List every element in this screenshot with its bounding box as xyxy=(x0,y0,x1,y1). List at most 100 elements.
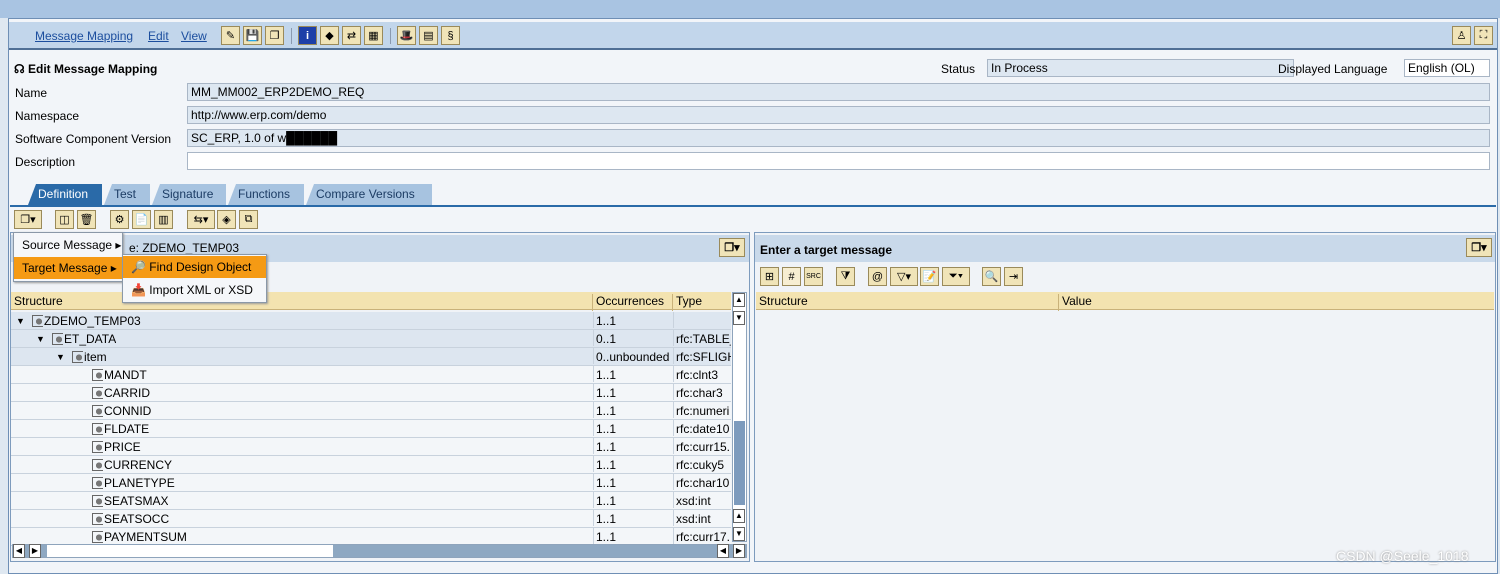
menu-target-message[interactable]: Target Message ▸ xyxy=(14,257,122,279)
save-icon[interactable]: 💾 xyxy=(243,26,262,45)
edit-pencil-icon[interactable]: ✎ xyxy=(221,26,240,45)
tab-signature[interactable]: Signature xyxy=(152,184,226,205)
occurrence-cell: 1..1 xyxy=(593,366,673,382)
split-icon[interactable]: ◫ xyxy=(55,210,74,229)
node-label: CURRENCY xyxy=(104,458,173,472)
compare-icon[interactable]: ▦ xyxy=(364,26,383,45)
scrollbar-thumb[interactable] xyxy=(47,545,333,557)
layout-dropdown-icon[interactable]: ❐▾ xyxy=(14,210,42,229)
type-cell: rfc:char3 xyxy=(673,384,731,400)
col-structure[interactable]: Structure xyxy=(11,294,593,311)
panel-layout-icon[interactable]: ❐▾ xyxy=(719,238,745,257)
binoculars-icon[interactable]: 🔍 xyxy=(982,267,1001,286)
expand-arrow-icon[interactable]: ▼ xyxy=(36,334,45,344)
scroll-down-icon[interactable]: ▼ xyxy=(733,311,745,325)
export-icon[interactable]: ⇥ xyxy=(1004,267,1023,286)
delete-icon[interactable]: 🗑 xyxy=(77,210,96,229)
col-value[interactable]: Value xyxy=(1059,294,1494,311)
book-icon[interactable]: ▤ xyxy=(419,26,438,45)
window-icon[interactable]: ⧉ xyxy=(239,210,258,229)
node-name: CONNID xyxy=(92,404,151,418)
swcv-label: Software Component Version xyxy=(15,132,172,146)
expand-arrow-icon[interactable]: ▼ xyxy=(16,316,25,326)
node-name: item xyxy=(72,350,107,364)
name-label: Name xyxy=(15,86,48,100)
document-edit-icon[interactable]: 📝 xyxy=(920,267,939,286)
tab-compare-versions[interactable]: Compare Versions xyxy=(306,184,432,205)
occurrence-cell: 1..1 xyxy=(593,474,673,490)
table-row[interactable]: ▼ ET_DATA 0..1 rfc:TABLE_ xyxy=(11,330,731,348)
copy-icon[interactable]: ❐ xyxy=(265,26,284,45)
occurrence-cell: 0..1 xyxy=(593,330,673,346)
occurrence-cell: 1..1 xyxy=(593,312,673,328)
mapping-dropdown-icon[interactable]: ⇆▾ xyxy=(187,210,215,229)
col-structure[interactable]: Structure xyxy=(756,294,1059,311)
table-row[interactable]: CARRID 1..1 rfc:char3 xyxy=(11,384,731,402)
expand-arrow-icon[interactable]: ▼ xyxy=(56,352,65,362)
scroll-right-icon[interactable]: ▶ xyxy=(733,544,745,558)
table-row[interactable]: ▼ ZDEMO_TEMP03 1..1 xyxy=(11,312,731,330)
menu-edit[interactable]: Edit xyxy=(148,29,169,43)
eraser-icon[interactable]: ◆ xyxy=(320,26,339,45)
attribute-icon[interactable]: @ xyxy=(868,267,887,286)
table-row[interactable]: PRICE 1..1 rfc:curr15.: xyxy=(11,438,731,456)
node-label: CARRID xyxy=(104,386,151,400)
table-row[interactable]: SEATSOCC 1..1 xsd:int xyxy=(11,510,731,528)
document-icon[interactable]: 📄 xyxy=(132,210,151,229)
table-layout-icon[interactable]: ▥ xyxy=(154,210,173,229)
panel-layout-icon[interactable]: ❐▾ xyxy=(1466,238,1492,257)
scroll-up-icon[interactable]: ▲ xyxy=(733,293,745,307)
scroll-left-icon[interactable]: ◀ xyxy=(717,544,729,558)
scroll-down-icon[interactable]: ▼ xyxy=(733,527,745,541)
col-occurrences[interactable]: Occurrences xyxy=(593,294,673,311)
filter-dropdown-icon[interactable]: ▽▾ xyxy=(890,267,918,286)
node-label: MANDT xyxy=(104,368,147,382)
description-input[interactable] xyxy=(187,152,1490,170)
language-select[interactable]: English (OL) xyxy=(1404,59,1490,77)
tab-functions[interactable]: Functions xyxy=(228,184,304,205)
tab-test[interactable]: Test xyxy=(104,184,150,205)
type-cell: rfc:char10 xyxy=(673,474,731,490)
table-row[interactable]: SEATSMAX 1..1 xsd:int xyxy=(11,492,731,510)
menu-import-xml-xsd[interactable]: 📥 Import XML or XSD xyxy=(123,279,266,301)
table-row[interactable]: PLANETYPE 1..1 rfc:char10 xyxy=(11,474,731,492)
node-label: PAYMENTSUM xyxy=(104,530,187,544)
where-used-icon[interactable]: ⇄ xyxy=(342,26,361,45)
table-row[interactable]: FLDATE 1..1 rfc:date10 xyxy=(11,420,731,438)
node-label: CONNID xyxy=(104,404,152,418)
node-name: CURRENCY xyxy=(92,458,172,472)
grid-view-icon[interactable]: # xyxy=(782,267,801,286)
target-table-header: Structure Value xyxy=(756,292,1494,311)
scroll-left-icon[interactable]: ◀ xyxy=(13,544,25,558)
table-row[interactable]: ▼ item 0..unbounded rfc:SFLIGH xyxy=(11,348,731,366)
scrollbar-thumb[interactable] xyxy=(734,421,745,505)
table-row[interactable]: CONNID 1..1 rfc:numeri xyxy=(11,402,731,420)
element-node-icon xyxy=(92,405,103,417)
gear-icon[interactable]: ⚙ xyxy=(110,210,129,229)
funnel-dropdown-icon[interactable]: ⏷▾ xyxy=(942,267,970,286)
info-icon[interactable]: i xyxy=(298,26,317,45)
tab-definition[interactable]: Definition xyxy=(28,184,102,205)
settings-icon[interactable]: ♙ xyxy=(1452,26,1471,45)
fullscreen-icon[interactable]: ⛶ xyxy=(1474,26,1493,45)
horizontal-scrollbar[interactable] xyxy=(12,544,747,558)
context-menu: Source Message ▸ Target Message ▸ xyxy=(13,232,123,282)
scroll-icon[interactable]: § xyxy=(441,26,460,45)
hat-icon[interactable]: 🎩 xyxy=(397,26,416,45)
col-type[interactable]: Type xyxy=(673,294,731,311)
tree-view-icon[interactable]: ⊞ xyxy=(760,267,779,286)
filter-icon[interactable]: ⧩ xyxy=(836,267,855,286)
scroll-right-icon[interactable]: ▶ xyxy=(29,544,41,558)
table-row[interactable]: MANDT 1..1 rfc:clnt3 xyxy=(11,366,731,384)
source-view-icon[interactable]: SRC xyxy=(804,267,823,286)
type-cell: rfc:SFLIGH xyxy=(673,348,731,364)
menu-message-mapping[interactable]: Message Mapping xyxy=(35,29,133,43)
diamond-icon[interactable]: ◈ xyxy=(217,210,236,229)
node-label: ZDEMO_TEMP03 xyxy=(44,314,141,328)
vertical-scrollbar[interactable] xyxy=(732,292,747,542)
menu-find-design-object[interactable]: 🔎 Find Design Object xyxy=(123,256,266,278)
scroll-up-icon[interactable]: ▲ xyxy=(733,509,745,523)
table-row[interactable]: CURRENCY 1..1 rfc:cuky5 xyxy=(11,456,731,474)
menu-view[interactable]: View xyxy=(181,29,207,43)
menu-source-message[interactable]: Source Message ▸ xyxy=(14,234,122,256)
